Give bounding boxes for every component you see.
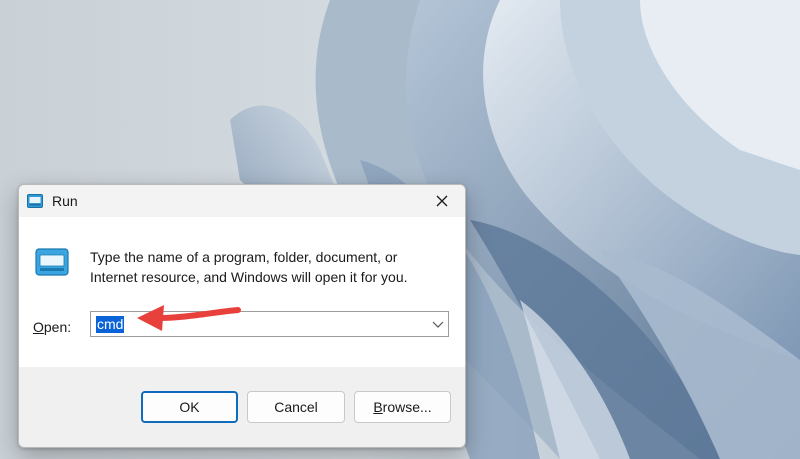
run-window-icon [27, 194, 43, 208]
close-button[interactable] [419, 185, 465, 217]
dialog-title: Run [52, 193, 78, 209]
dialog-content: Type the name of a program, folder, docu… [19, 217, 465, 367]
description-text: Type the name of a program, folder, docu… [90, 249, 408, 285]
open-combobox[interactable]: cmd [90, 311, 449, 337]
open-label: Open: [33, 319, 71, 335]
open-label-text: pen: [43, 319, 72, 335]
title-bar[interactable]: Run [19, 185, 465, 217]
close-icon [436, 195, 448, 207]
open-input-value[interactable]: cmd [96, 316, 125, 333]
run-window-icon [35, 248, 69, 276]
cancel-button[interactable]: Cancel [247, 391, 345, 423]
browse-button[interactable]: Browse... [354, 391, 451, 423]
run-dialog: Run Type the name of a program, folder, … [18, 184, 466, 448]
chevron-down-icon[interactable] [432, 319, 444, 329]
open-label-accesskey: O [33, 319, 44, 335]
ok-button[interactable]: OK [141, 391, 238, 423]
browse-accesskey: B [373, 399, 383, 415]
browse-label: rowse... [382, 399, 432, 415]
